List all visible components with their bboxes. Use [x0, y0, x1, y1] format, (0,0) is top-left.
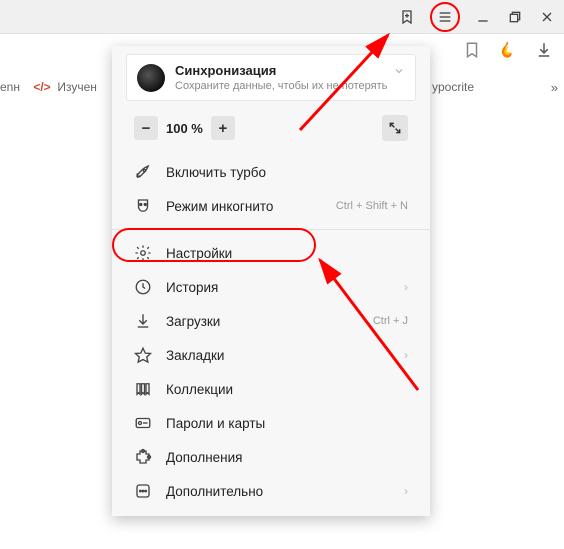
sync-text: Синхронизация Сохраните данные, чтобы их… — [175, 63, 387, 92]
gear-icon — [134, 244, 152, 262]
menu-item-collections[interactable]: Коллекции — [112, 372, 430, 406]
menu-item-label: Пароли и карты — [166, 416, 265, 431]
close-icon[interactable] — [538, 8, 556, 26]
sync-subtitle: Сохраните данные, чтобы их не потерять — [175, 80, 387, 92]
separator — [112, 229, 430, 230]
code-icon: </> — [33, 80, 50, 94]
menu-item-settings[interactable]: Настройки — [112, 236, 430, 270]
annotation-hamburger-highlight — [430, 2, 460, 32]
menu-item-label: Дополнения — [166, 450, 242, 465]
menu-item-addons[interactable]: Дополнения — [112, 440, 430, 474]
bookmark-item-label[interactable]: Изучен — [57, 80, 97, 94]
bookmark-bar-more-icon[interactable]: » — [551, 80, 558, 95]
download-icon[interactable] — [534, 40, 554, 60]
shortcut-label: Ctrl + J — [373, 315, 408, 327]
menu-item-label: История — [166, 280, 218, 295]
chevron-right-icon: › — [404, 280, 408, 294]
menu-item-bookmarks[interactable]: Закладки › — [112, 338, 430, 372]
key-card-icon — [134, 414, 152, 432]
menu-item-label: Загрузки — [166, 314, 220, 329]
bookmark-add-icon[interactable] — [398, 8, 416, 26]
sync-title: Синхронизация — [175, 63, 387, 78]
bookmark-bar-fragment-left: enн </> Изучен — [0, 80, 97, 94]
downloads-icon — [134, 312, 152, 330]
menu-item-label: Включить турбо — [166, 165, 266, 180]
star-icon — [134, 346, 152, 364]
shortcut-label: Ctrl + Shift + N — [336, 200, 408, 212]
menu-item-passwords[interactable]: Пароли и карты — [112, 406, 430, 440]
bookmarks-star-icon[interactable] — [462, 40, 482, 60]
menu-item-turbo[interactable]: Включить турбо — [112, 155, 430, 189]
minimize-icon[interactable] — [474, 8, 492, 26]
zoom-in-button[interactable]: + — [211, 116, 235, 140]
bg-text: enн — [0, 80, 20, 94]
menu-item-more[interactable]: Дополнительно › — [112, 474, 430, 508]
collections-icon — [134, 380, 152, 398]
menu-item-label: Настройки — [166, 246, 232, 261]
menu-item-label: Дополнительно — [166, 484, 263, 499]
sync-card[interactable]: Синхронизация Сохраните данные, чтобы их… — [126, 54, 416, 101]
incognito-icon — [134, 197, 152, 215]
window-titlebar — [0, 0, 564, 34]
zoom-value: 100 % — [166, 121, 203, 136]
chevron-right-icon: › — [404, 484, 408, 498]
fire-icon[interactable] — [498, 40, 518, 60]
zoom-out-button[interactable]: − — [134, 116, 158, 140]
hamburger-menu-icon[interactable] — [436, 8, 454, 26]
menu-item-history[interactable]: История › — [112, 270, 430, 304]
menu-item-downloads[interactable]: Загрузки Ctrl + J — [112, 304, 430, 338]
menu-item-label: Закладки — [166, 348, 224, 363]
rocket-icon — [134, 163, 152, 181]
menu-item-label: Режим инкогнито — [166, 199, 273, 214]
bookmark-bar-fragment-right[interactable]: ypocrite — [432, 80, 474, 94]
fullscreen-button[interactable] — [382, 115, 408, 141]
zoom-row: − 100 % + — [112, 101, 430, 155]
puzzle-icon — [134, 448, 152, 466]
toolbar-right-icons — [462, 40, 554, 60]
restore-icon[interactable] — [506, 8, 524, 26]
chevron-down-icon[interactable] — [393, 65, 405, 80]
zoom-controls: − 100 % + — [134, 116, 235, 140]
more-icon — [134, 482, 152, 500]
history-icon — [134, 278, 152, 296]
menu-item-incognito[interactable]: Режим инкогнито Ctrl + Shift + N — [112, 189, 430, 223]
avatar — [137, 64, 165, 92]
chevron-right-icon: › — [404, 348, 408, 362]
main-menu-dropdown: Синхронизация Сохраните данные, чтобы их… — [112, 46, 430, 516]
menu-item-label: Коллекции — [166, 382, 233, 397]
